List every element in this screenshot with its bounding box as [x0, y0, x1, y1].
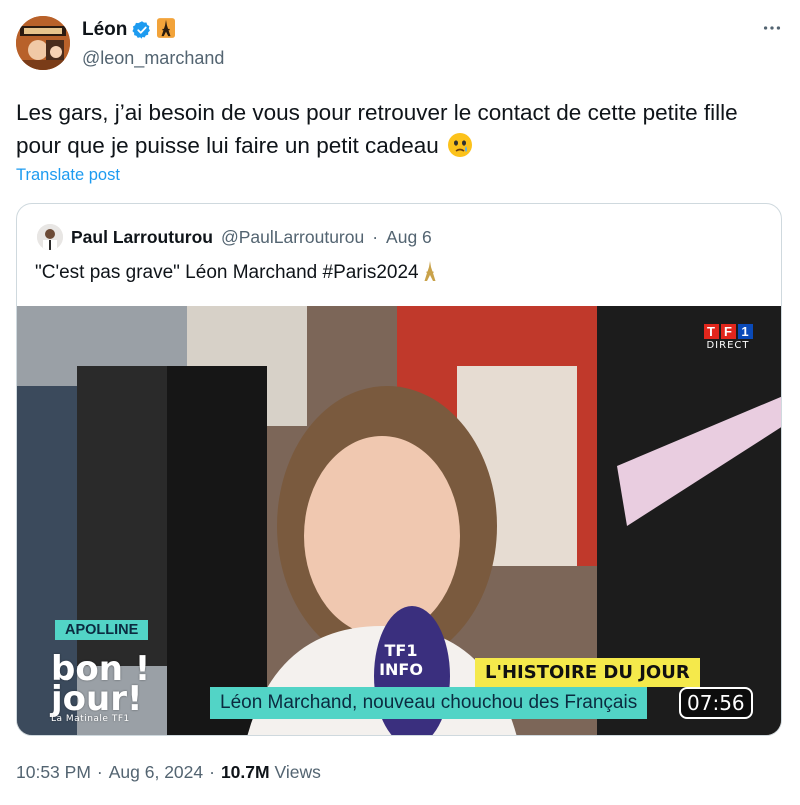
author-display-name[interactable]: Léon	[82, 19, 127, 41]
quoted-author-avatar[interactable]	[37, 224, 63, 250]
video-caption: Léon Marchand, nouveau chouchou des Fran…	[210, 687, 648, 719]
tf1-direct-logo: T F 1 DIRECT	[700, 324, 756, 351]
eiffel-tower-icon	[423, 260, 437, 282]
separator-dot: ·	[209, 762, 215, 782]
video-thumbnail[interactable]: T F 1 DIRECT APOLLINE bon ! jour! La Mat…	[17, 306, 781, 735]
tweet-text: Les gars, j’ai besoin de vous pour retro…	[16, 100, 738, 158]
views-label: Views	[274, 762, 321, 782]
quoted-author-handle[interactable]: @PaulLarrouturou	[221, 227, 364, 248]
name-tag: APOLLINE	[55, 620, 149, 640]
translate-post-link[interactable]: Translate post	[16, 166, 120, 185]
microphone-label: TF1 INFO	[379, 641, 423, 679]
post-time[interactable]: 10:53 PM	[16, 762, 91, 783]
verified-badge-icon	[132, 20, 152, 40]
show-logo: bon ! jour! La Matinale TF1	[51, 649, 151, 724]
eiffel-tower-emoji-icon	[157, 18, 176, 41]
post-metadata: 10:53 PM · Aug 6, 2024 · 10.7M Views	[16, 762, 321, 783]
views-count[interactable]: 10.7M	[221, 762, 270, 782]
quoted-author-name[interactable]: Paul Larrouturou	[71, 227, 213, 248]
more-horizontal-icon	[763, 26, 781, 30]
quoted-post-date[interactable]: Aug 6	[386, 227, 432, 248]
quoted-tweet-text: "C'est pas grave" Léon Marchand #Paris20…	[35, 260, 437, 284]
segment-title: L'HISTOIRE DU JOUR	[475, 658, 700, 687]
video-timestamp: 07:56	[679, 687, 753, 719]
separator-dot: ·	[372, 226, 379, 247]
more-options-button[interactable]	[758, 14, 786, 42]
quoted-tweet-card[interactable]: Paul Larrouturou @PaulLarrouturou · Aug …	[16, 203, 782, 736]
tweet-author: Léon @leon_marchand	[16, 16, 224, 70]
post-date[interactable]: Aug 6, 2024	[109, 762, 203, 783]
face-holding-back-tears-icon	[447, 132, 473, 158]
separator-dot: ·	[96, 762, 103, 782]
author-avatar[interactable]	[16, 16, 70, 70]
author-handle[interactable]: @leon_marchand	[82, 48, 224, 69]
